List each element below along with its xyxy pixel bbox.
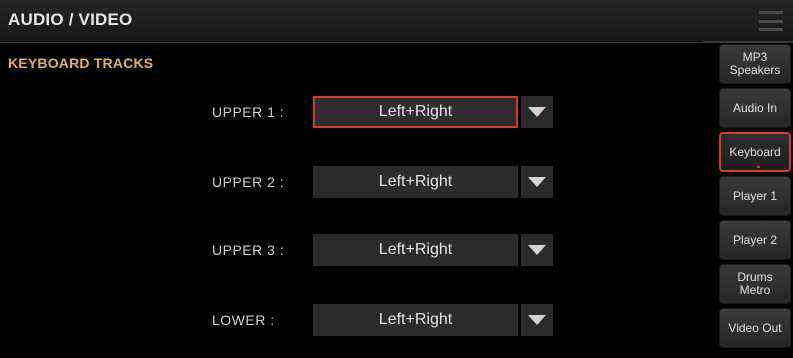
dropdown-arrow-button[interactable] [521,304,553,336]
page-title: AUDIO / VIDEO [8,10,133,29]
dropdown-arrow-button[interactable] [521,96,553,128]
active-indicator [757,166,760,168]
main-panel: KEYBOARD TRACKS UPPER 1 : Left+Right UPP… [0,44,717,358]
tab-audio-in[interactable]: Audio In [719,88,791,128]
tab-label: Video Out [728,320,782,335]
select-value[interactable]: Left+Right [313,304,518,336]
dropdown-arrow-button[interactable] [521,234,553,266]
tab-label: Keyboard [729,144,781,159]
tab-mp3-speakers[interactable]: MP3 Speakers [719,44,791,84]
tab-video-out[interactable]: Video Out [719,308,791,348]
track-label: UPPER 1 : [212,104,285,120]
track-row-upper-1: UPPER 1 : Left+Right [0,96,717,128]
tab-divider [703,41,793,43]
track-label: UPPER 3 : [212,242,285,258]
track-label: LOWER : [212,312,275,328]
section-title: KEYBOARD TRACKS [8,55,154,71]
select-value[interactable]: Left+Right [313,96,518,128]
tab-label: Player 2 [732,232,778,247]
track-select-upper-1[interactable]: Left+Right [313,96,553,128]
dropdown-arrow-button[interactable] [521,166,553,198]
tab-label: MP3 Speakers [729,50,781,77]
triangle-down-icon [528,177,546,187]
track-row-upper-2: UPPER 2 : Left+Right [0,166,717,198]
track-row-lower: LOWER : Left+Right [0,304,717,336]
select-value[interactable]: Left+Right [313,234,518,266]
tab-player-1[interactable]: Player 1 [719,176,791,216]
track-label: UPPER 2 : [212,174,285,190]
triangle-down-icon [528,107,546,117]
tab-player-2[interactable]: Player 2 [719,220,791,260]
hamburger-menu-icon[interactable] [759,11,783,31]
triangle-down-icon [528,315,546,325]
track-row-upper-3: UPPER 3 : Left+Right [0,234,717,266]
tab-label: Drums Metro [737,270,773,297]
select-value[interactable]: Left+Right [313,166,518,198]
title-bar: AUDIO / VIDEO [0,0,793,43]
track-select-upper-2[interactable]: Left+Right [313,166,553,198]
tab-label: Player 1 [732,188,778,203]
triangle-down-icon [528,245,546,255]
tab-keyboard[interactable]: Keyboard [719,132,791,172]
track-select-upper-3[interactable]: Left+Right [313,234,553,266]
track-select-lower[interactable]: Left+Right [313,304,553,336]
side-tab-bar: MP3 Speakers Audio In Keyboard Player 1 … [717,44,793,358]
tab-drums-metro[interactable]: Drums Metro [719,264,791,304]
tab-label: Audio In [732,100,778,115]
